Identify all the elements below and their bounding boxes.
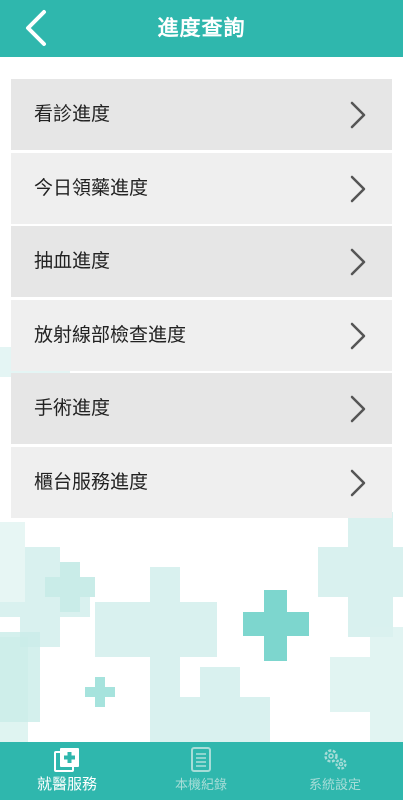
menu-item-surgery-progress[interactable]: 手術進度 [11, 373, 392, 444]
menu-item-consultation-progress[interactable]: 看診進度 [11, 79, 392, 150]
chevron-right-icon [348, 468, 368, 498]
notebook-icon [190, 747, 212, 777]
tab-system-settings[interactable]: 系統設定 [268, 742, 402, 800]
menu-item-counter-service-progress[interactable]: 櫃台服務進度 [11, 446, 392, 518]
page-title: 進度查詢 [157, 16, 246, 40]
menu-item-radiology-progress[interactable]: 放射線部檢查進度 [11, 299, 392, 371]
menu-item-label: 放射線部檢查進度 [34, 323, 187, 346]
tab-label: 系統設定 [308, 778, 361, 793]
menu-item-label: 抽血進度 [34, 250, 111, 272]
menu-item-label: 櫃台服務進度 [34, 470, 149, 493]
app-header: 進度查詢 [0, 0, 403, 57]
chevron-right-icon [348, 394, 368, 424]
chevron-right-icon [348, 100, 368, 130]
menu-item-pharmacy-progress[interactable]: 今日領藥進度 [11, 152, 392, 224]
menu-item-label: 看診進度 [34, 103, 111, 125]
chevron-right-icon [348, 174, 368, 204]
gears-icon [321, 747, 349, 775]
menu-item-blood-draw-progress[interactable]: 抽血進度 [11, 226, 392, 297]
menu-item-label: 今日領藥進度 [34, 176, 149, 199]
chevron-right-icon [348, 247, 368, 277]
menu-item-label: 手術進度 [34, 397, 111, 419]
tab-label: 就醫服務 [36, 775, 97, 793]
bottom-tab-bar: 就醫服務 本機紀錄 系統設定 [0, 742, 403, 800]
tab-local-records[interactable]: 本機紀錄 [134, 742, 268, 800]
tab-medical-services[interactable]: 就醫服務 [0, 742, 134, 800]
chevron-right-icon [348, 321, 368, 351]
progress-menu: 看診進度 今日領藥進度 抽血進度 放射線部檢查進度 手術進度 櫃台服務進度 [11, 79, 392, 520]
tab-label: 本機紀錄 [174, 778, 227, 793]
